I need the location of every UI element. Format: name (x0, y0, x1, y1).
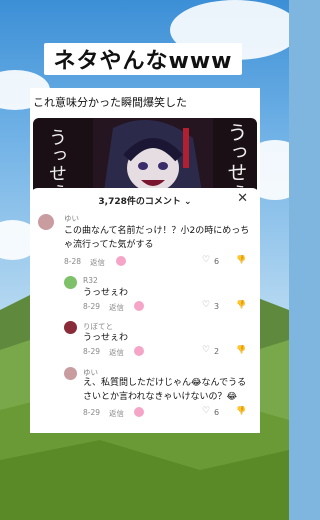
avatar[interactable] (64, 321, 77, 334)
comment-text: うっせぇわ (83, 288, 129, 298)
comment-item: ゆい この曲なんて名前だっけ！？小2の時にめっち ゃ流行ってた気がする 8-28… (30, 210, 260, 268)
avatar[interactable] (38, 214, 54, 230)
comment-date: 8-28 (64, 257, 82, 266)
heart-icon[interactable]: ♡ (202, 300, 210, 310)
like-count: 3 (214, 302, 220, 311)
avatar[interactable] (64, 367, 77, 380)
reply-button[interactable]: 返信 (109, 347, 124, 358)
post-caption: これ意味分かった瞬間爆笑した (33, 96, 187, 109)
comment-text: え、私質問しただけじゃん😂なんでうる さいとか言われなきゃいけないの？😂 (83, 378, 247, 402)
comment-username[interactable]: ゆい (64, 213, 79, 224)
dislike-icon[interactable]: 👎 (236, 406, 246, 415)
heart-icon[interactable]: ♡ (202, 255, 210, 265)
comments-sheet: 3,728件のコメント ⌄ ✕ ゆい この曲なんて名前だっけ！？小2の時にめっち… (30, 188, 260, 433)
comment-date: 8-29 (83, 302, 101, 311)
comment-item: R32 うっせぇわ 8-29 返信 ♡ 3 👎 (30, 272, 260, 316)
chevron-down-icon: ⌄ (180, 197, 192, 207)
overlay-title-box: ネタやんなwww (44, 43, 242, 75)
like-count: 6 (214, 408, 220, 417)
creator-like-avatar (134, 346, 144, 356)
dislike-icon[interactable]: 👎 (236, 345, 246, 354)
like-count: 6 (214, 257, 220, 266)
comment-text: この曲なんて名前だっけ！？小2の時にめっち ゃ流行ってた気がする (64, 226, 250, 250)
heart-icon[interactable]: ♡ (202, 345, 210, 355)
comment-text: うっせぇわ (83, 333, 129, 343)
creator-like-avatar (134, 301, 144, 311)
reply-button[interactable]: 返信 (109, 302, 124, 313)
reply-button[interactable]: 返信 (90, 257, 105, 268)
comments-header: 3,728件のコメント ⌄ ✕ (30, 188, 260, 210)
comment-item: りぼてと うっせぇわ 8-29 返信 ♡ 2 👎 (30, 318, 260, 362)
reply-button[interactable]: 返信 (109, 408, 124, 419)
avatar[interactable] (64, 276, 77, 289)
comment-date: 8-29 (83, 408, 101, 417)
overlay-title: ネタやんなwww (53, 49, 233, 74)
comment-count[interactable]: 3,728件のコメント ⌄ (30, 194, 260, 207)
comment-username[interactable]: R32 (83, 276, 98, 285)
heart-icon[interactable]: ♡ (202, 406, 210, 416)
dislike-icon[interactable]: 👎 (236, 300, 246, 309)
creator-like-avatar (134, 407, 144, 417)
creator-like-avatar (116, 256, 126, 266)
comment-item: ゆい え、私質問しただけじゃん😂なんでうる さいとか言われなきゃいけないの？😂 … (30, 364, 260, 424)
close-icon[interactable]: ✕ (237, 191, 248, 206)
comment-date: 8-29 (83, 347, 101, 356)
like-count: 2 (214, 347, 220, 356)
dislike-icon[interactable]: 👎 (236, 255, 246, 264)
